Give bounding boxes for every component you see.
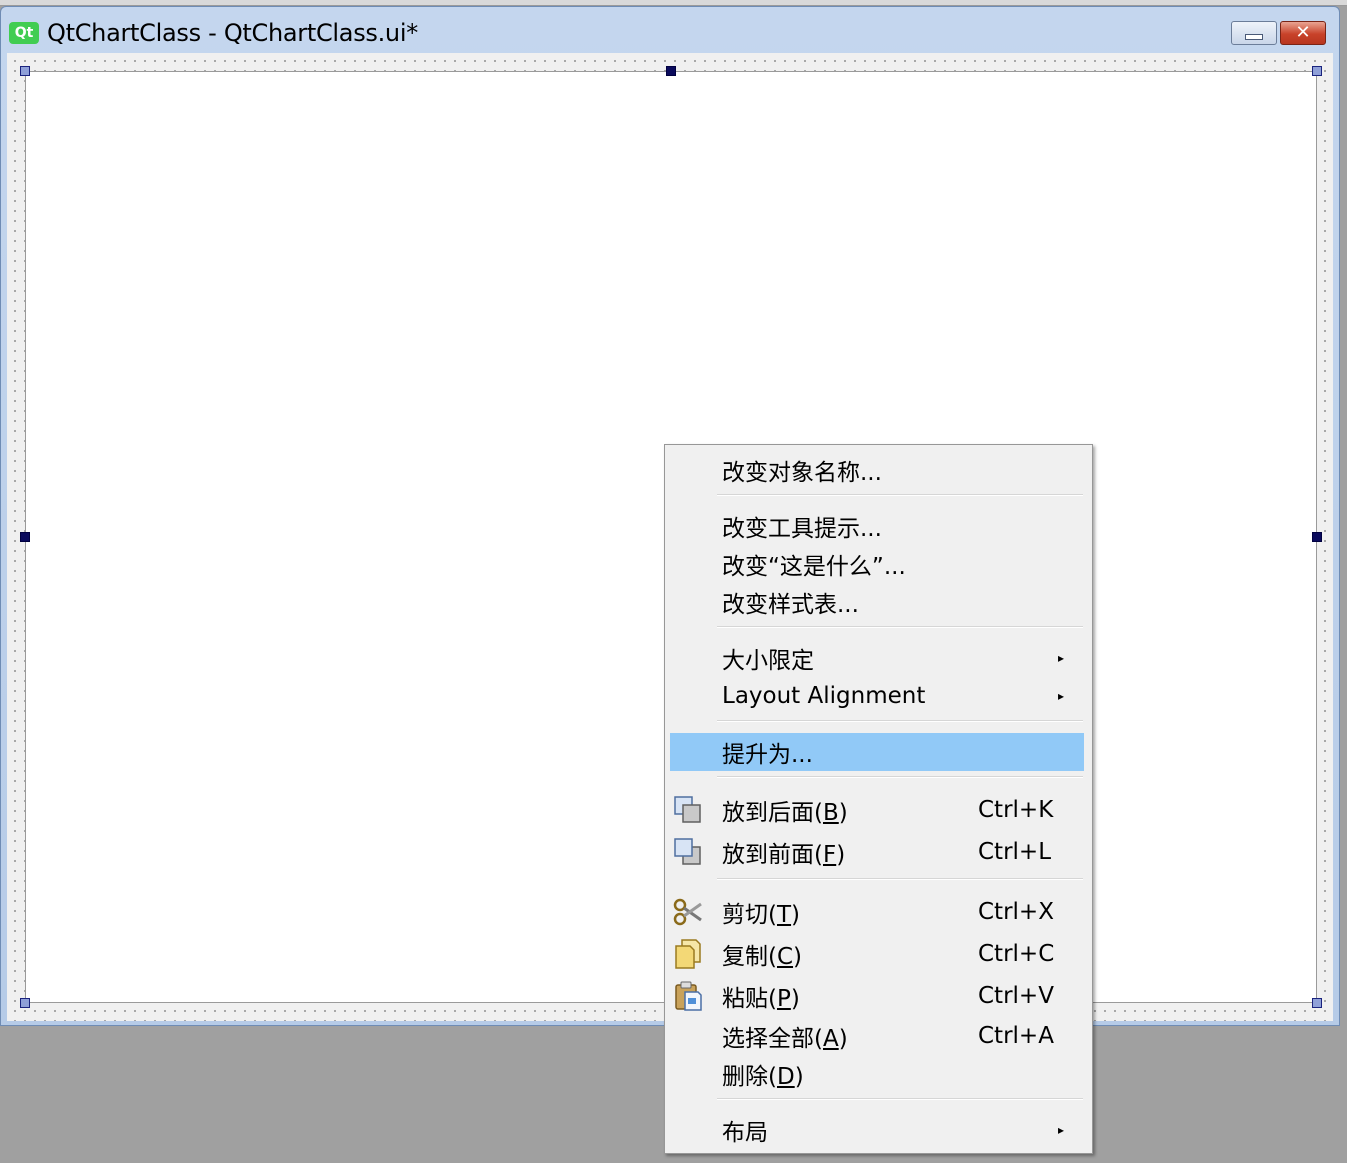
menu-item-label: 放到后面(B): [722, 800, 848, 826]
context-menu: 改变对象名称... 改变工具提示... 改变“这是什么”... 改变样式表...…: [664, 444, 1093, 1154]
menu-item-change-whats-this[interactable]: 改变“这是什么”...: [670, 545, 1084, 583]
menu-item-label: 改变样式表...: [722, 592, 859, 618]
menu-item-shortcut: Ctrl+V: [978, 983, 1054, 1009]
menu-item-bring-to-front[interactable]: 放到前面(F) Ctrl+L: [670, 833, 1084, 871]
menu-item-shortcut: Ctrl+K: [978, 797, 1054, 823]
menu-item-copy[interactable]: 复制(C) Ctrl+C: [670, 935, 1084, 973]
menu-item-label: 剪切(T): [722, 902, 801, 928]
menu-item-layout-alignment[interactable]: Layout Alignment ▸: [670, 677, 1084, 715]
close-button[interactable]: ✕: [1280, 21, 1326, 45]
resize-handle-top-right[interactable]: [1312, 66, 1322, 76]
submenu-arrow-icon: ▸: [1058, 651, 1065, 665]
menu-separator: [717, 878, 1083, 880]
menu-separator: [717, 776, 1083, 778]
menu-item-label: 大小限定: [722, 648, 814, 674]
resize-handle-bottom-right[interactable]: [1312, 998, 1322, 1008]
menu-item-shortcut: Ctrl+L: [978, 839, 1052, 865]
menu-item-label: 改变对象名称...: [722, 460, 882, 486]
menu-item-shortcut: Ctrl+C: [978, 941, 1055, 967]
menu-item-send-to-back[interactable]: 放到后面(B) Ctrl+K: [670, 791, 1084, 829]
menu-separator: [717, 1098, 1083, 1100]
menu-item-label: 改变工具提示...: [722, 516, 882, 542]
submenu-arrow-icon: ▸: [1058, 1123, 1065, 1137]
title-bar[interactable]: Qt QtChartClass - QtChartClass.ui* ✕: [1, 7, 1339, 53]
menu-item-shortcut: Ctrl+X: [978, 899, 1054, 925]
menu-item-change-tooltip[interactable]: 改变工具提示...: [670, 507, 1084, 545]
resize-handle-right[interactable]: [1312, 532, 1322, 542]
menu-item-label: 提升为...: [722, 742, 813, 768]
send-to-back-icon: [674, 796, 701, 823]
menu-item-layout[interactable]: 布局 ▸: [670, 1111, 1084, 1149]
scissors-icon: [673, 898, 702, 926]
menu-item-label: 放到前面(F): [722, 842, 846, 868]
menu-item-label: 布局: [722, 1120, 768, 1146]
menu-item-label: 选择全部(A): [722, 1026, 848, 1052]
resize-handle-left[interactable]: [20, 532, 30, 542]
menu-item-label: 改变“这是什么”...: [722, 554, 906, 580]
menu-item-label: 粘贴(P): [722, 986, 800, 1012]
paste-icon: [675, 981, 702, 1011]
menu-item-label: Layout Alignment: [722, 683, 926, 709]
menu-item-label: 删除(D): [722, 1064, 804, 1090]
menu-item-size-constraints[interactable]: 大小限定 ▸: [670, 639, 1084, 677]
minimize-button[interactable]: [1231, 21, 1277, 45]
resize-handle-top-left[interactable]: [20, 66, 30, 76]
menu-item-label: 复制(C): [722, 944, 803, 970]
copy-icon: [675, 939, 701, 969]
menu-item-change-object-name[interactable]: 改变对象名称...: [670, 451, 1084, 489]
menu-item-paste[interactable]: 粘贴(P) Ctrl+V: [670, 977, 1084, 1015]
menu-item-cut[interactable]: 剪切(T) Ctrl+X: [670, 893, 1084, 931]
submenu-arrow-icon: ▸: [1058, 689, 1065, 703]
window-title: QtChartClass - QtChartClass.ui*: [47, 19, 418, 47]
minimize-icon: [1245, 34, 1263, 40]
resize-handle-bottom-left[interactable]: [20, 998, 30, 1008]
menu-separator: [717, 494, 1083, 496]
menu-item-delete[interactable]: 删除(D): [670, 1055, 1084, 1093]
menu-item-change-stylesheet[interactable]: 改变样式表...: [670, 583, 1084, 621]
menu-separator: [717, 626, 1083, 628]
menu-separator: [717, 720, 1083, 722]
resize-handle-top[interactable]: [666, 66, 676, 76]
qt-app-icon: Qt: [9, 22, 39, 44]
menu-item-shortcut: Ctrl+A: [978, 1023, 1054, 1049]
menu-item-select-all[interactable]: 选择全部(A) Ctrl+A: [670, 1017, 1084, 1055]
menu-item-promote-to[interactable]: 提升为...: [670, 733, 1084, 771]
bring-to-front-icon: [674, 838, 701, 865]
